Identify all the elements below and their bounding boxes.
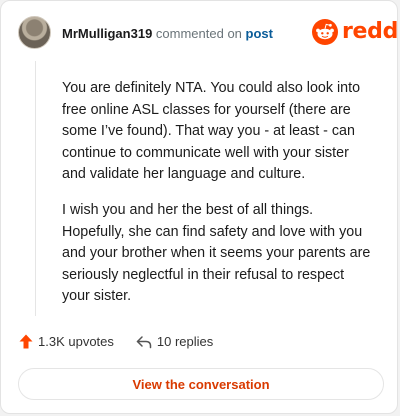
username-link[interactable]: MrMulligan319 <box>62 26 152 41</box>
post-link[interactable]: post <box>246 26 273 41</box>
thread-line <box>35 61 36 316</box>
upvotes-stat[interactable]: 1.3K upvotes <box>19 334 114 349</box>
comment-body: You are definitely NTA. You could also l… <box>62 78 372 322</box>
reddit-logo[interactable]: reddit <box>312 19 398 45</box>
action-text: commented on <box>155 26 242 41</box>
upvotes-count: 1.3K upvotes <box>38 334 114 349</box>
reply-arrow-icon <box>136 335 152 348</box>
comment-header: MrMulligan319 commented on post <box>62 26 273 42</box>
comment-embed-card: MrMulligan319 commented on post reddit Y… <box>0 0 398 414</box>
upvote-arrow-icon <box>19 334 33 349</box>
comment-paragraph: You are definitely NTA. You could also l… <box>62 80 361 183</box>
replies-count: 10 replies <box>156 334 214 349</box>
reddit-wordmark: reddit <box>342 19 398 44</box>
replies-stat[interactable]: 10 replies <box>136 334 213 349</box>
comment-stats: 1.3K upvotes 10 replies <box>19 334 213 349</box>
avatar[interactable] <box>18 16 51 49</box>
view-conversation-button[interactable]: View the conversation <box>18 368 384 400</box>
comment-paragraph: I wish you and her the best of all thing… <box>62 201 371 305</box>
reddit-snoo-icon <box>312 19 338 45</box>
